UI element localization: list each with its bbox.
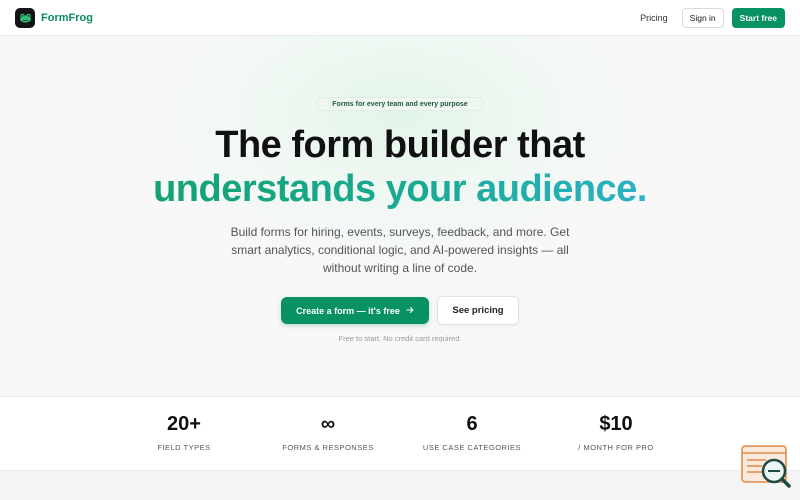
- hero-subtitle: Build forms for hiring, events, surveys,…: [230, 225, 570, 275]
- arrow-right-icon: [406, 306, 414, 316]
- stat-pro-price: $10 / MONTH FOR PRO: [546, 413, 686, 452]
- search-help-icon[interactable]: [740, 444, 792, 490]
- stat-forms-responses: ∞ FORMS & RESPONSES: [258, 413, 398, 452]
- top-nav: FormFrog Pricing Sign in Start free: [0, 0, 800, 36]
- create-form-label: Create a form — it's free: [296, 305, 400, 316]
- start-free-button[interactable]: Start free: [731, 7, 785, 28]
- stat-label: / MONTH FOR PRO: [578, 443, 654, 452]
- stat-use-case-categories: 6 USE CASE CATEGORIES: [402, 413, 542, 452]
- stats-bar: 20+ FIELD TYPES ∞ FORMS & RESPONSES 6 US…: [0, 396, 800, 471]
- brand[interactable]: FormFrog: [15, 7, 93, 28]
- stat-value: $10: [599, 413, 633, 435]
- stat-label: USE CASE CATEGORIES: [422, 443, 522, 452]
- hero-section: Forms for every team and every purpose T…: [0, 36, 800, 396]
- nav-pricing-link[interactable]: Pricing: [640, 13, 668, 23]
- stat-value: ∞: [320, 413, 336, 435]
- hero-title-gradient-text: understands your audience.: [153, 168, 647, 210]
- hero-title-line2: understands your audience.: [0, 168, 800, 211]
- create-form-button[interactable]: Create a form — it's free: [281, 297, 429, 324]
- next-section: [0, 471, 800, 500]
- stat-value: 20+: [167, 413, 201, 435]
- stat-field-types: 20+ FIELD TYPES: [114, 413, 254, 452]
- hero-badge: Forms for every team and every purpose: [316, 97, 484, 111]
- sign-in-button[interactable]: Sign in: [681, 7, 724, 28]
- stat-value: 6: [466, 413, 478, 435]
- stat-label: FORMS & RESPONSES: [282, 443, 374, 452]
- nav-actions: Pricing Sign in Start free: [640, 7, 785, 28]
- hero-title-line1: The form builder that: [215, 124, 585, 166]
- brand-name: FormFrog: [41, 11, 93, 24]
- stat-label: FIELD TYPES: [157, 443, 211, 452]
- see-pricing-button[interactable]: See pricing: [437, 296, 519, 325]
- hero-fineprint: Free to start. No credit card required.: [338, 334, 462, 343]
- frog-icon: [15, 7, 35, 28]
